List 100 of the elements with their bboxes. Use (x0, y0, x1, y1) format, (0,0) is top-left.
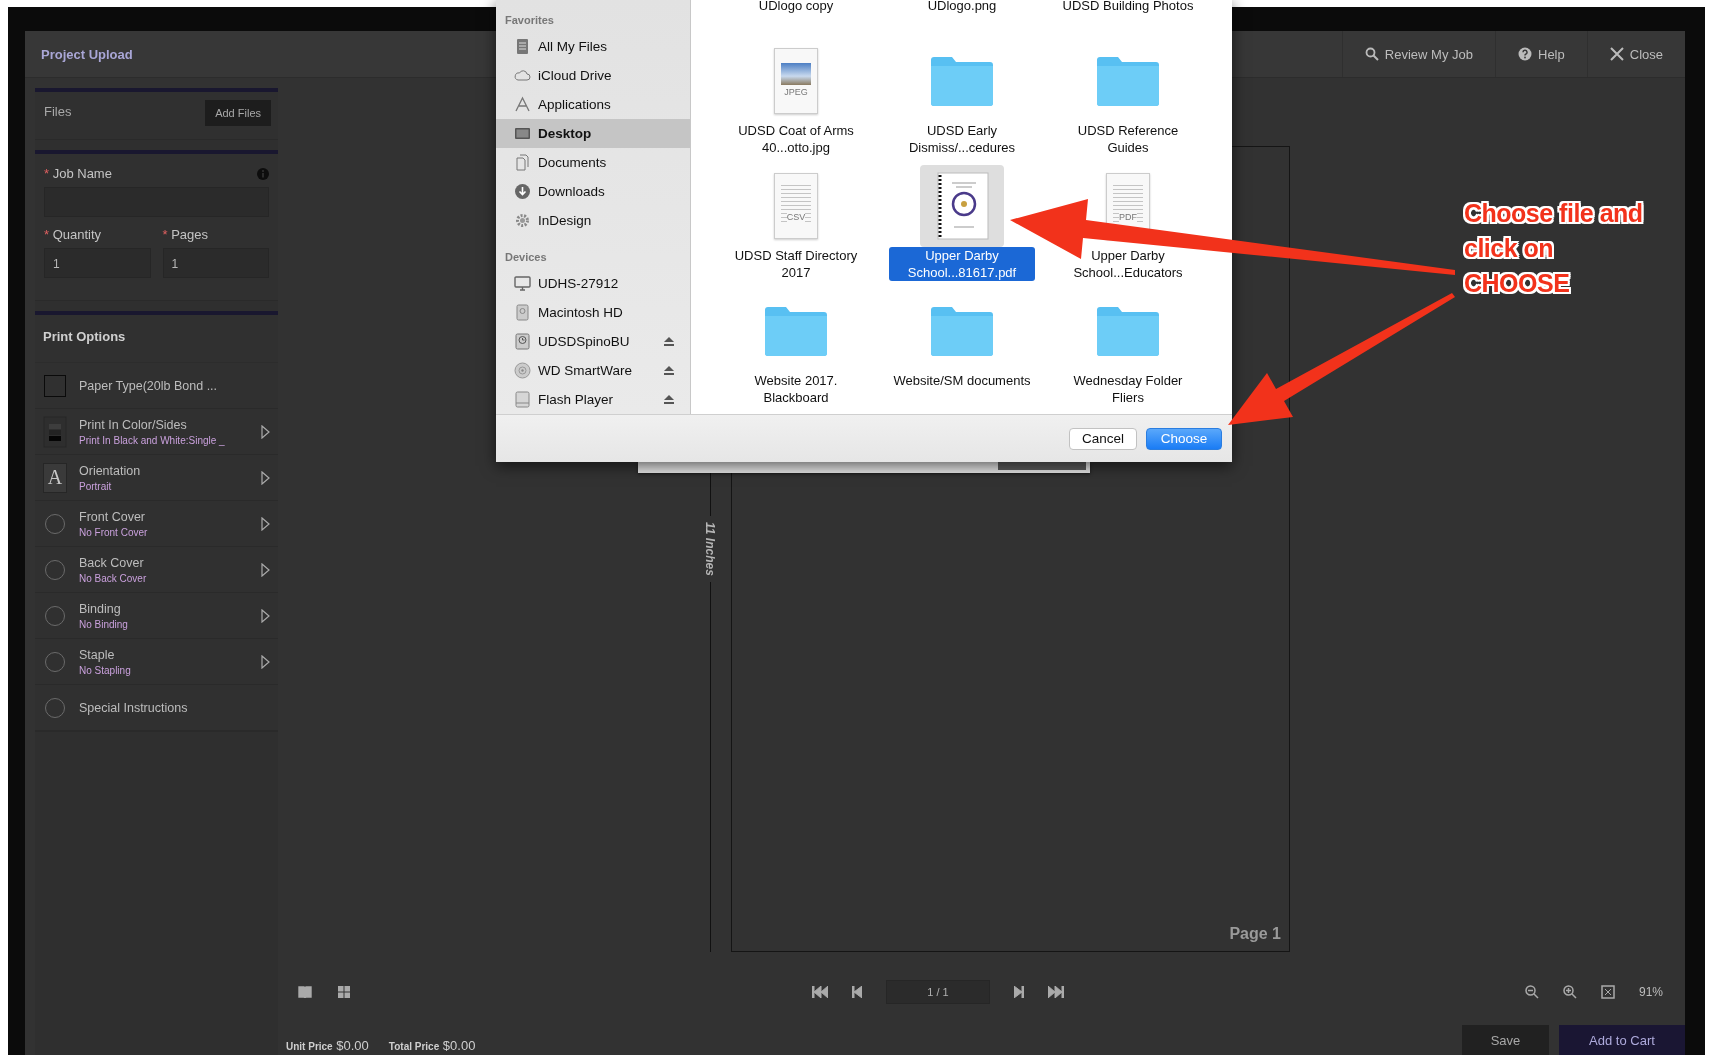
files-label: Files (44, 104, 72, 119)
file-item[interactable]: Website/SM documents (879, 288, 1045, 413)
next-page-icon[interactable] (1014, 986, 1024, 998)
sidebar-heading: Devices (504, 251, 548, 265)
option-value: Print In Black and White:Single _ (79, 434, 226, 446)
option-row[interactable]: Binding No Binding (35, 593, 278, 639)
sidebar-item[interactable]: Desktop (496, 119, 690, 148)
file-item[interactable]: JPEG UDSD Coat of Arms 40...otto.jpg (713, 38, 879, 163)
header-button[interactable]: Help (1495, 31, 1587, 77)
file-item[interactable]: UDSD Building Photos (1045, 0, 1211, 38)
file-item[interactable]: Wednesday Folder Fliers (1045, 288, 1211, 413)
letter-icon: A (43, 462, 67, 493)
price-text: Unit Price $0.00 (286, 1038, 369, 1053)
section-title: Print Options (35, 315, 278, 363)
sidebar-item[interactable]: UDSDSpinoBU (496, 327, 690, 356)
file-item[interactable]: Upper Darby School...81617.pdf (879, 163, 1045, 288)
gear-icon (514, 212, 531, 229)
sidebar-item[interactable]: UDHS-27912 (496, 269, 690, 298)
search-icon (1364, 47, 1379, 61)
document-stack-icon (514, 38, 531, 55)
first-page-icon[interactable] (812, 986, 828, 998)
file-item[interactable]: UDlogo.png (879, 0, 1045, 38)
option-label: Binding (79, 601, 122, 616)
sidebar-heading: Favorites (504, 14, 555, 28)
add-files-button[interactable]: Add Files (205, 100, 271, 126)
option-value: No Stapling (79, 664, 132, 676)
disc-icon (514, 362, 531, 379)
file-item[interactable]: UDSD Early Dismiss/...cedures (879, 38, 1045, 163)
window-icon (514, 125, 531, 142)
field-label: * Pages (162, 227, 210, 242)
eject-icon[interactable] (664, 395, 674, 404)
file-item[interactable]: Website 2017. Blackboard (713, 288, 879, 413)
help-icon (1518, 47, 1532, 61)
page-label: Page 1 (1229, 925, 1281, 943)
option-label: Orientation (79, 463, 142, 478)
zoom-out-icon[interactable] (1524, 985, 1539, 999)
drive-icon (514, 391, 531, 408)
sidebar-item[interactable]: Flash Player (496, 385, 690, 414)
option-row[interactable]: Front Cover No Front Cover (35, 501, 278, 547)
page-number-field[interactable]: 1 / 1 (886, 980, 990, 1004)
close-icon (1609, 47, 1624, 61)
option-label: Print In Color/Sides (79, 417, 188, 432)
file-item[interactable]: UDSD Reference Guides (1045, 38, 1211, 163)
last-page-icon[interactable] (1048, 986, 1064, 998)
option-label: Paper Type(20lb Bond ... (79, 378, 219, 393)
monitor-icon (514, 275, 531, 292)
option-row[interactable]: Special Instructions (35, 685, 278, 731)
sidebar-item[interactable]: All My Files (496, 32, 690, 61)
eject-icon[interactable] (664, 366, 674, 375)
save-button[interactable]: Save (1462, 1025, 1549, 1055)
folder-icon (929, 304, 995, 358)
header-button[interactable]: Review My Job (1341, 31, 1495, 77)
folder-icon (1095, 304, 1161, 358)
add-to-cart-button[interactable]: Add to Cart (1559, 1025, 1685, 1055)
option-value: Portrait (79, 480, 113, 492)
fit-page-icon[interactable] (1600, 985, 1615, 999)
annotation-text: Choose file and click on CHOOSE (1464, 198, 1643, 299)
header-button[interactable]: Close (1586, 31, 1685, 77)
grid-icon[interactable] (338, 986, 350, 998)
folder-icon (1095, 54, 1161, 108)
file-item[interactable]: UDlogo copy (713, 0, 879, 38)
option-label: Special Instructions (79, 700, 189, 715)
eject-icon[interactable] (664, 337, 674, 346)
previous-page-icon[interactable] (852, 986, 862, 998)
option-label: Back Cover (79, 555, 145, 570)
option-row[interactable]: Staple No Stapling (35, 639, 278, 685)
option-row[interactable]: A Orientation Portrait (35, 455, 278, 501)
option-label: Front Cover (79, 509, 146, 524)
zoom-in-icon[interactable] (1562, 985, 1577, 999)
documents-icon (514, 154, 531, 171)
number-field[interactable]: 1 (44, 248, 151, 278)
sidebar-item[interactable]: InDesign (496, 206, 690, 235)
image-file-icon: JPEG (774, 48, 818, 114)
sidebar-item[interactable]: Downloads (496, 177, 690, 206)
option-row[interactable]: Paper Type(20lb Bond ... (35, 363, 278, 409)
info-icon (257, 167, 269, 180)
sidebar-item[interactable]: Macintosh HD (496, 298, 690, 327)
cancel-button[interactable]: Cancel (1068, 427, 1137, 450)
app-title: Project Upload (40, 46, 133, 62)
option-row[interactable]: Print In Color/Sides Print In Black and White:Single _ (35, 409, 278, 455)
download-icon (514, 183, 531, 200)
spreadsheet-file-icon: CSV (774, 173, 818, 239)
number-field[interactable]: 1 (162, 248, 269, 278)
option-row[interactable]: Back Cover No Back Cover (35, 547, 278, 593)
color-stack-icon (43, 415, 67, 448)
file-item[interactable]: CSV UDSD Staff Directory 2017 (713, 163, 879, 288)
folder-icon (763, 304, 829, 358)
option-label: Staple (79, 647, 116, 662)
field-label: * Quantity (44, 227, 103, 242)
square-icon (44, 374, 66, 397)
zoom-level: 91% (1638, 985, 1663, 999)
option-value: No Back Cover (79, 572, 148, 584)
booklet-file-icon (934, 171, 990, 241)
field-label: * Job Name (44, 166, 112, 181)
option-value: No Front Cover (79, 526, 149, 538)
sidebar-item[interactable]: iCloud Drive (496, 61, 690, 90)
sidebar-item[interactable]: Applications (496, 90, 690, 119)
price-text: Total Price $0.00 (388, 1038, 476, 1053)
sidebar-item[interactable]: Documents (496, 148, 690, 177)
sidebar-item[interactable]: WD SmartWare (496, 356, 690, 385)
